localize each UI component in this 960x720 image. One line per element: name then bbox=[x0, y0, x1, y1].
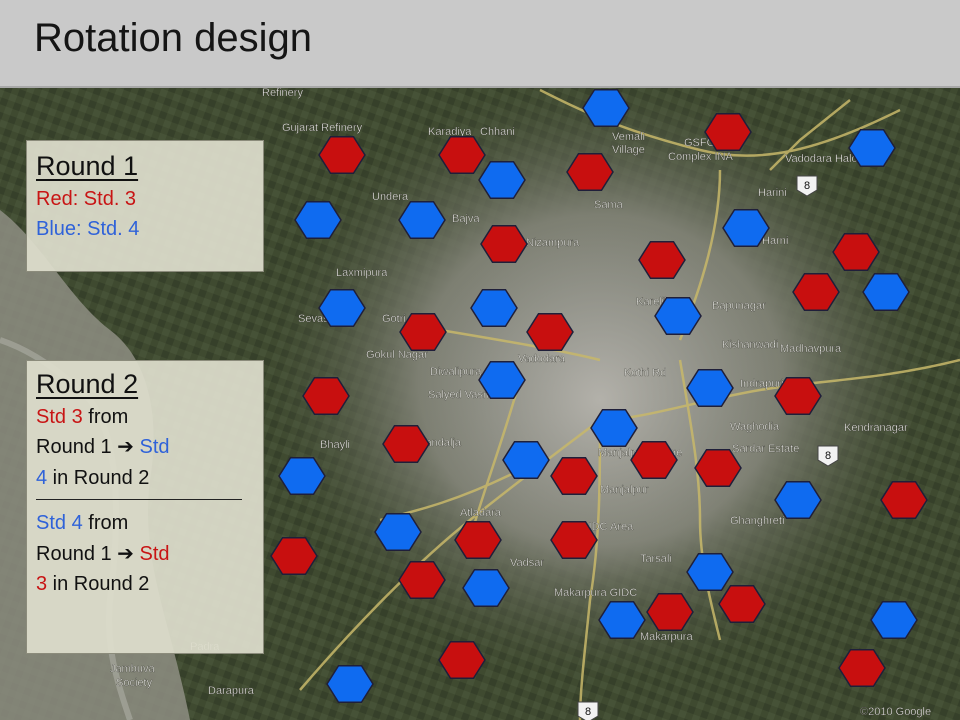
svg-text:8: 8 bbox=[804, 180, 810, 192]
map-place-label: ©2010 Google bbox=[860, 706, 931, 718]
rule-text: in Round 2 bbox=[47, 466, 150, 489]
round-1-blue-label: Blue: Std. 4 bbox=[36, 218, 140, 241]
map-place-label: Ghanghreti bbox=[730, 515, 784, 527]
rule-text: in Round 2 bbox=[47, 573, 150, 596]
map-place-label: Bhayli bbox=[320, 439, 350, 451]
map-place-label: Sardar Estate bbox=[732, 443, 799, 455]
round-2-rule-a-line-3: 4 in Round 2 bbox=[36, 463, 254, 493]
map-place-label: Laxmipura bbox=[336, 267, 388, 279]
map-place-label: Bapunagar bbox=[712, 300, 766, 312]
round-2-rule-b-line-2: Round 1 ➔ Std bbox=[36, 539, 254, 569]
round-2-rule-b-line-3: 3 in Round 2 bbox=[36, 569, 254, 599]
svg-text:8: 8 bbox=[585, 706, 591, 718]
round-2-rule-a-line-2: Round 1 ➔ Std bbox=[36, 432, 254, 462]
map-place-label: Tarsali bbox=[640, 553, 672, 565]
round-2-legend: Round 2 Std 3 from Round 1 ➔ Std 4 in Ro… bbox=[26, 360, 264, 654]
map-place-label: Manjalpur bbox=[600, 484, 649, 496]
map-place-label: Nizampura bbox=[526, 237, 580, 249]
map-place-label: Vadodara bbox=[518, 353, 566, 365]
map-place-label: Complex INA bbox=[668, 151, 733, 163]
map-place-label: Diwalipura bbox=[430, 366, 482, 378]
rule-text: Round 1 bbox=[36, 436, 118, 459]
map-place-label: Kishanwadi bbox=[722, 339, 778, 351]
round-2-rule-b-line-1: Std 4 from bbox=[36, 508, 254, 538]
arrow-icon: ➔ bbox=[117, 436, 134, 459]
map-place-label: Madhavpura bbox=[780, 343, 842, 355]
svg-text:8: 8 bbox=[825, 450, 831, 462]
std-3-number: 3 bbox=[36, 573, 48, 596]
rule-text: from bbox=[82, 512, 129, 535]
map-place-label: Jambuva bbox=[110, 663, 156, 675]
map-place-label: Atladara bbox=[460, 507, 502, 519]
divider bbox=[36, 499, 242, 501]
map-place-label: Refinery bbox=[262, 87, 303, 99]
std-4-number: 4 bbox=[36, 466, 48, 489]
std-3-label: Std bbox=[133, 542, 170, 565]
round-2-rule-a-line-1: Std 3 from bbox=[36, 402, 254, 432]
arrow-icon: ➔ bbox=[117, 542, 134, 565]
round-1-red-label: Red: Std. 3 bbox=[36, 188, 137, 211]
map-place-label: Harni bbox=[762, 235, 788, 247]
map-place-label: Gotri bbox=[382, 313, 406, 325]
map-place-label: Sama bbox=[594, 199, 624, 211]
map-place-label: Chhani bbox=[480, 126, 515, 138]
map-place-label: Vemali bbox=[612, 131, 645, 143]
map-place-label: Society bbox=[116, 677, 153, 689]
map-place-label: Darapura bbox=[208, 685, 255, 697]
map-place-label: Waghodia bbox=[730, 421, 780, 433]
std-3-label: Std 3 bbox=[36, 406, 83, 429]
map-place-label: Village bbox=[612, 144, 645, 156]
round-1-heading: Round 1 bbox=[36, 151, 139, 181]
std-4-label: Std bbox=[133, 436, 170, 459]
map-place-label: Undera bbox=[372, 191, 409, 203]
slide-title: Rotation design bbox=[34, 16, 312, 60]
map-place-label: Kothi Rd bbox=[624, 367, 666, 379]
map-place-label: Makarpura GIDC bbox=[554, 587, 637, 599]
map-place-label: Harini bbox=[758, 187, 787, 199]
map-place-label: Gujarat Refinery bbox=[282, 122, 363, 134]
highway-shield: 8 bbox=[577, 701, 599, 720]
map-place-label: Makarpura bbox=[640, 631, 693, 643]
map-place-label: Indrapuri bbox=[740, 378, 783, 390]
map-place-label: Bajva bbox=[452, 213, 480, 225]
rule-text: from bbox=[82, 406, 129, 429]
title-bar: Rotation design bbox=[0, 0, 960, 88]
round-1-legend: Round 1 Red: Std. 3 Blue: Std. 4 bbox=[26, 140, 264, 272]
map-place-label: Kendranagar bbox=[844, 422, 908, 434]
rule-text: Round 1 bbox=[36, 542, 118, 565]
std-4-label: Std 4 bbox=[36, 512, 83, 535]
map-place-label: Vadsar bbox=[510, 557, 544, 569]
round-2-heading: Round 2 bbox=[36, 369, 139, 399]
